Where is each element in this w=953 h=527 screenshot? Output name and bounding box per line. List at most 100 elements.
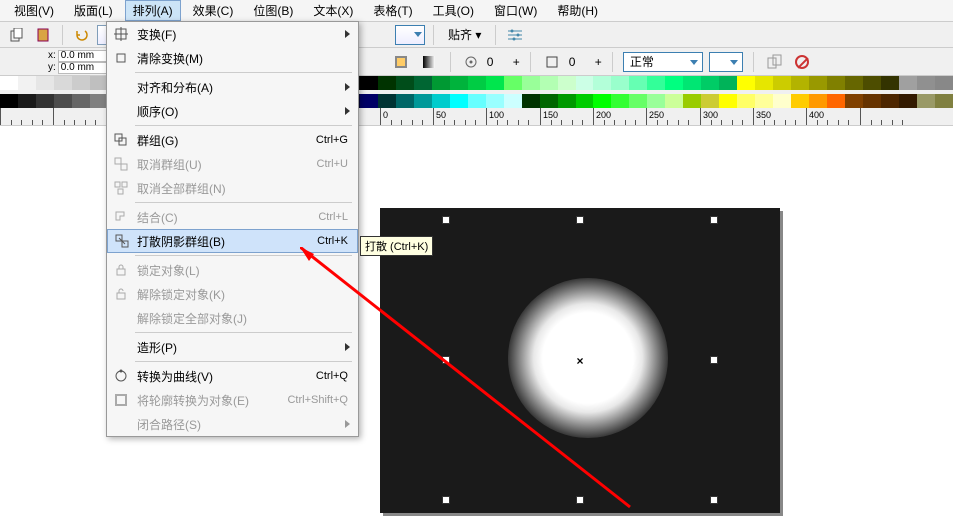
color-swatch[interactable] [558, 94, 576, 108]
color-swatch[interactable] [791, 76, 809, 90]
copy-button[interactable] [6, 24, 28, 46]
x-input[interactable] [58, 50, 108, 62]
undo-button[interactable] [71, 24, 93, 46]
color-swatch[interactable] [665, 76, 683, 90]
zoom-dropdown[interactable] [395, 25, 425, 45]
color-swatch[interactable] [809, 76, 827, 90]
color-swatch[interactable] [36, 94, 54, 108]
color-swatch[interactable] [593, 94, 611, 108]
color-swatch[interactable] [845, 76, 863, 90]
handle-tl[interactable] [442, 216, 450, 224]
color-swatch[interactable] [647, 76, 665, 90]
color-swatch[interactable] [773, 94, 791, 108]
color-swatch[interactable] [378, 94, 396, 108]
color-swatch[interactable] [486, 76, 504, 90]
menu-table[interactable]: 表格(T) [365, 0, 420, 21]
color-swatch[interactable] [576, 76, 594, 90]
menu-arrange[interactable]: 排列(A) [125, 0, 181, 21]
menu-item[interactable]: 打散阴影群组(B)Ctrl+K [107, 229, 358, 253]
menu-help[interactable]: 帮助(H) [549, 0, 606, 21]
color-swatch[interactable] [360, 76, 378, 90]
color-swatch[interactable] [935, 76, 953, 90]
blend-mode-combo[interactable]: 正常 [623, 52, 703, 72]
color-swatch[interactable] [468, 94, 486, 108]
plus-button-2[interactable]: + [595, 55, 602, 69]
color-swatch[interactable] [72, 94, 90, 108]
color-swatch[interactable] [935, 94, 953, 108]
color-swatch[interactable] [755, 76, 773, 90]
color-swatch[interactable] [863, 76, 881, 90]
color-swatch[interactable] [18, 94, 36, 108]
y-input[interactable] [58, 62, 108, 74]
color-swatch[interactable] [899, 76, 917, 90]
menu-tools[interactable]: 工具(O) [425, 0, 482, 21]
color-swatch[interactable] [450, 94, 468, 108]
menu-item[interactable]: 变换(F) [107, 22, 358, 46]
color-swatch[interactable] [504, 76, 522, 90]
color-swatch[interactable] [881, 76, 899, 90]
color-swatch[interactable] [54, 94, 72, 108]
color-swatch[interactable] [396, 94, 414, 108]
color-swatch[interactable] [504, 94, 522, 108]
color-swatch[interactable] [629, 76, 647, 90]
handle-br[interactable] [710, 496, 718, 504]
options-button[interactable] [504, 24, 526, 46]
color-swatch[interactable] [593, 76, 611, 90]
color-swatch[interactable] [540, 94, 558, 108]
menu-item[interactable]: 对齐和分布(A) [107, 75, 358, 99]
copy-effect-button[interactable] [764, 51, 786, 73]
color-swatch[interactable] [881, 94, 899, 108]
edge-icon[interactable] [541, 51, 563, 73]
color-swatch[interactable] [665, 94, 683, 108]
handle-tr[interactable] [710, 216, 718, 224]
color-swatch[interactable] [827, 94, 845, 108]
color-swatch[interactable] [719, 76, 737, 90]
color-swatch[interactable] [899, 94, 917, 108]
handle-ml[interactable] [442, 356, 450, 364]
color-swatch[interactable] [683, 76, 701, 90]
color-swatch[interactable] [432, 94, 450, 108]
color-swatch[interactable] [54, 76, 72, 90]
menu-item[interactable]: 转换为曲线(V)Ctrl+Q [107, 364, 358, 388]
color-swatch[interactable] [701, 76, 719, 90]
menu-item[interactable]: 群组(G)Ctrl+G [107, 128, 358, 152]
color-swatch[interactable] [396, 76, 414, 90]
fill-tool-icon[interactable] [390, 51, 412, 73]
color-swatch[interactable] [845, 94, 863, 108]
color-swatch[interactable] [611, 94, 629, 108]
handle-mr[interactable] [710, 356, 718, 364]
menu-item[interactable]: 清除变换(M) [107, 46, 358, 70]
color-swatch[interactable] [36, 76, 54, 90]
color-swatch[interactable] [917, 76, 935, 90]
menu-window[interactable]: 窗口(W) [486, 0, 545, 21]
menu-text[interactable]: 文本(X) [305, 0, 361, 21]
color-swatch[interactable] [701, 94, 719, 108]
color-swatch[interactable] [360, 94, 378, 108]
color-swatch[interactable] [18, 76, 36, 90]
color-swatch[interactable] [611, 76, 629, 90]
color-swatch[interactable] [809, 94, 827, 108]
color-swatch[interactable] [486, 94, 504, 108]
color-swatch[interactable] [414, 94, 432, 108]
menu-effects[interactable]: 效果(C) [185, 0, 242, 21]
color-swatch[interactable] [737, 76, 755, 90]
handle-bl[interactable] [442, 496, 450, 504]
clear-effect-button[interactable] [792, 52, 812, 72]
menu-item[interactable]: 造形(P) [107, 335, 358, 359]
paste-button[interactable] [32, 24, 54, 46]
color-swatch[interactable] [737, 94, 755, 108]
menu-item[interactable]: 顺序(O) [107, 99, 358, 123]
snap-label[interactable]: 贴齐 ▾ [442, 24, 487, 45]
center-icon[interactable] [461, 52, 481, 72]
color-swatch[interactable] [647, 94, 665, 108]
color-swatch[interactable] [576, 94, 594, 108]
color-swatch[interactable] [414, 76, 432, 90]
menu-layout[interactable]: 版面(L) [66, 0, 121, 21]
color-swatch[interactable] [755, 94, 773, 108]
color-swatch[interactable] [522, 76, 540, 90]
color-swatch[interactable] [72, 76, 90, 90]
plus-button[interactable]: + [513, 55, 520, 69]
color-swatch[interactable] [522, 94, 540, 108]
fountain-fill-icon[interactable] [418, 51, 440, 73]
color-swatch[interactable] [540, 76, 558, 90]
